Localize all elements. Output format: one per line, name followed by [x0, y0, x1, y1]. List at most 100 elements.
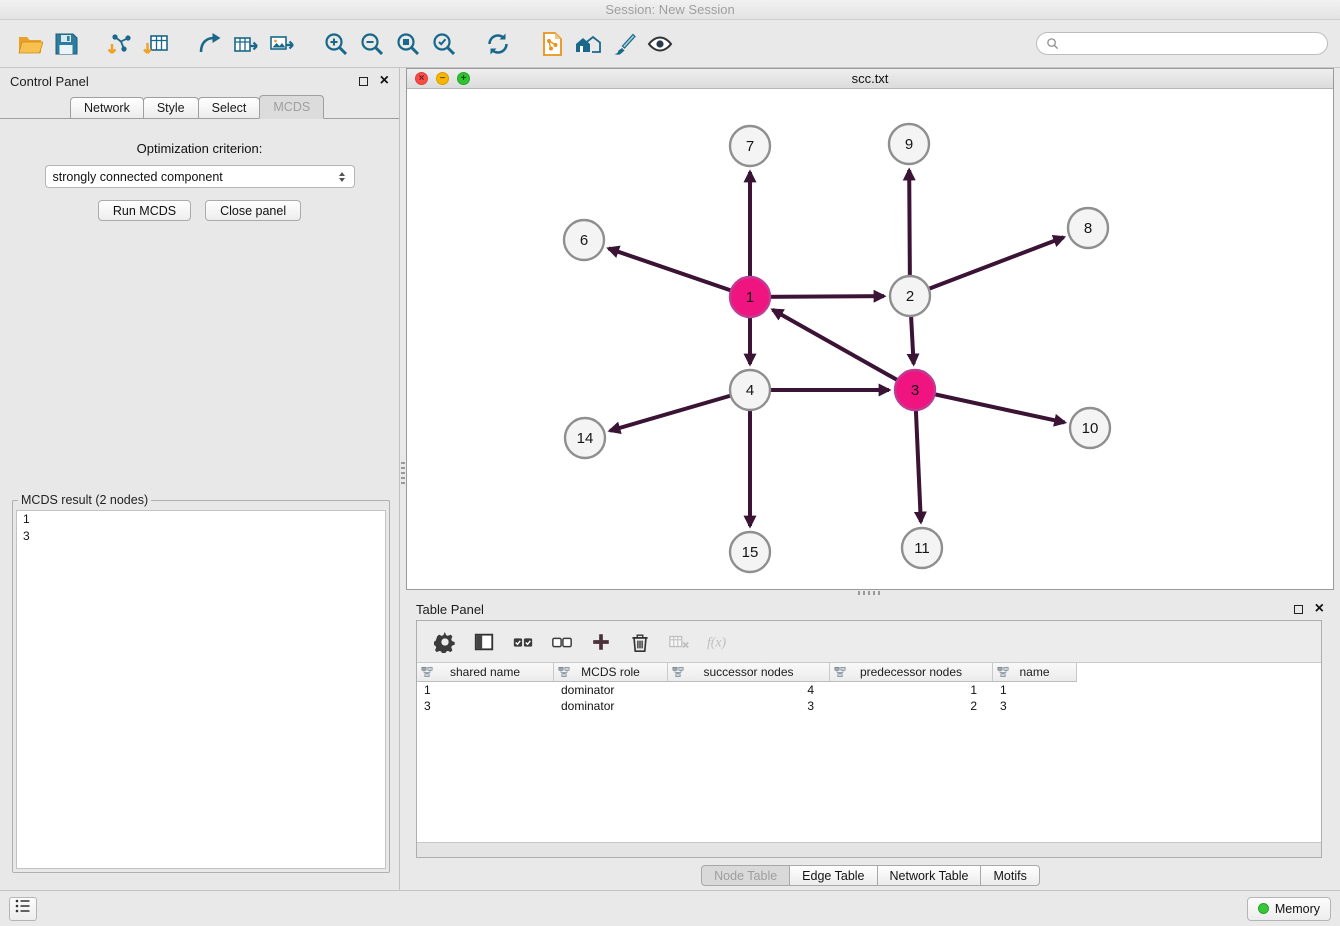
network-node-2[interactable]: 2	[890, 276, 930, 316]
export-network-button[interactable]	[192, 26, 228, 62]
close-window-icon[interactable]	[415, 72, 428, 85]
status-bar: Memory	[0, 890, 1340, 926]
apply-style-button[interactable]	[606, 26, 642, 62]
run-mcds-button[interactable]: Run MCDS	[98, 200, 191, 221]
close-panel-button[interactable]: Close panel	[205, 200, 301, 221]
network-edge-4-14[interactable]	[610, 390, 750, 431]
table-settings-button[interactable]	[429, 626, 461, 658]
search-box[interactable]	[1036, 32, 1328, 55]
table-row[interactable]: 3dominator323	[417, 698, 1321, 714]
network-node-4[interactable]: 4	[730, 370, 770, 410]
network-node-15[interactable]: 15	[730, 532, 770, 572]
app-window: Session: New Session Control Panel Netwo…	[0, 0, 1340, 926]
tab-select[interactable]: Select	[198, 97, 261, 118]
column-header-predecessor-nodes[interactable]: predecessor nodes	[830, 663, 993, 682]
close-panel-icon[interactable]	[380, 73, 389, 89]
memory-button[interactable]: Memory	[1247, 897, 1331, 921]
minimize-window-icon[interactable]	[436, 72, 449, 85]
create-column-button[interactable]	[585, 626, 617, 658]
table-panel-content: f(x) shared nameMCDS rolesuccessor nodes…	[416, 620, 1322, 858]
network-node-11[interactable]: 11	[902, 528, 942, 568]
table-cell[interactable]: 4	[668, 682, 830, 698]
table-cell[interactable]: dominator	[554, 698, 668, 714]
table-cell[interactable]: 3	[668, 698, 830, 714]
network-node-9[interactable]: 9	[889, 124, 929, 164]
search-input[interactable]	[1065, 37, 1318, 51]
tab-network[interactable]: Network	[70, 97, 144, 118]
mcds-result-item[interactable]: 3	[17, 528, 385, 545]
network-edge-2-8[interactable]	[910, 237, 1064, 296]
control-panel-body: Optimization criterion: strongly connect…	[0, 118, 399, 890]
close-table-panel-icon[interactable]	[1315, 601, 1324, 617]
apply-layout-button[interactable]	[480, 26, 516, 62]
ndex-home-button[interactable]	[570, 26, 606, 62]
network-panel: scc.txt 7968124314101511	[406, 68, 1334, 590]
export-table-button[interactable]	[228, 26, 264, 62]
network-edge-3-10[interactable]	[915, 390, 1065, 422]
maximize-window-icon[interactable]	[457, 72, 470, 85]
mcds-result-list[interactable]: 13	[16, 510, 386, 869]
tab-node-table[interactable]: Node Table	[701, 865, 790, 886]
column-header-successor-nodes[interactable]: successor nodes	[668, 663, 830, 682]
svg-text:8: 8	[1084, 220, 1092, 237]
network-node-7[interactable]: 7	[730, 126, 770, 166]
svg-text:3: 3	[911, 382, 919, 399]
table-cell[interactable]: dominator	[554, 682, 668, 698]
network-node-10[interactable]: 10	[1070, 408, 1110, 448]
column-header-mcds-role[interactable]: MCDS role	[554, 663, 668, 682]
network-node-1[interactable]: 1	[730, 277, 770, 317]
zoom-out-button[interactable]	[354, 26, 390, 62]
table-cell[interactable]: 3	[417, 698, 554, 714]
table-body: 1dominator4113dominator323	[417, 682, 1321, 842]
show-columns-button[interactable]	[468, 626, 500, 658]
network-node-3[interactable]: 3	[895, 370, 935, 410]
tab-mcds[interactable]: MCDS	[259, 95, 324, 119]
float-table-panel-icon[interactable]	[1294, 605, 1303, 614]
new-network-from-selection-button[interactable]	[534, 26, 570, 62]
import-network-button[interactable]	[102, 26, 138, 62]
tab-network-table[interactable]: Network Table	[877, 865, 982, 886]
table-cell[interactable]: 1	[830, 682, 993, 698]
control-panel-header: Control Panel	[0, 68, 399, 94]
save-session-button[interactable]	[48, 26, 84, 62]
float-panel-icon[interactable]	[359, 77, 368, 86]
zoom-in-button[interactable]	[318, 26, 354, 62]
delete-column-button[interactable]	[624, 626, 656, 658]
open-session-button[interactable]	[12, 26, 48, 62]
criterion-dropdown[interactable]: strongly connected component	[45, 165, 355, 188]
table-cell[interactable]: 3	[993, 698, 1077, 714]
svg-text:11: 11	[914, 540, 930, 557]
network-node-6[interactable]: 6	[564, 220, 604, 260]
show-panels-button[interactable]	[9, 897, 37, 921]
column-header-name[interactable]: name	[993, 663, 1077, 682]
table-horizontal-scrollbar[interactable]	[417, 842, 1321, 857]
table-cell[interactable]: 2	[830, 698, 993, 714]
panel-list-icon	[14, 898, 32, 919]
table-cell[interactable]: 1	[417, 682, 554, 698]
network-edge-3-1[interactable]	[773, 310, 915, 390]
window-titlebar: Session: New Session	[0, 0, 1340, 20]
tab-style[interactable]: Style	[143, 97, 199, 118]
svg-text:9: 9	[905, 136, 913, 153]
zoom-selected-button[interactable]	[426, 26, 462, 62]
mcds-result-item[interactable]: 1	[17, 511, 385, 528]
unselect-all-columns-button[interactable]	[546, 626, 578, 658]
network-node-8[interactable]: 8	[1068, 208, 1108, 248]
column-header-shared-name[interactable]: shared name	[417, 663, 554, 682]
vertical-splitter-handle[interactable]	[401, 462, 405, 484]
tab-edge-table[interactable]: Edge Table	[789, 865, 877, 886]
table-cell[interactable]: 1	[993, 682, 1077, 698]
select-all-columns-button[interactable]	[507, 626, 539, 658]
zoom-fit-button[interactable]	[390, 26, 426, 62]
table-row[interactable]: 1dominator411	[417, 682, 1321, 698]
export-image-button[interactable]	[264, 26, 300, 62]
tab-motifs[interactable]: Motifs	[980, 865, 1039, 886]
network-edge-1-6[interactable]	[609, 248, 750, 297]
svg-text:2: 2	[906, 288, 914, 305]
memory-status-dot	[1258, 903, 1269, 914]
horizontal-splitter-handle[interactable]	[858, 591, 880, 595]
show-hide-button[interactable]	[642, 26, 678, 62]
network-canvas[interactable]: 7 9 6 8 1 2 4 3 14 10 15 11	[407, 89, 1333, 589]
network-node-14[interactable]: 14	[565, 418, 605, 458]
import-table-button[interactable]	[138, 26, 174, 62]
